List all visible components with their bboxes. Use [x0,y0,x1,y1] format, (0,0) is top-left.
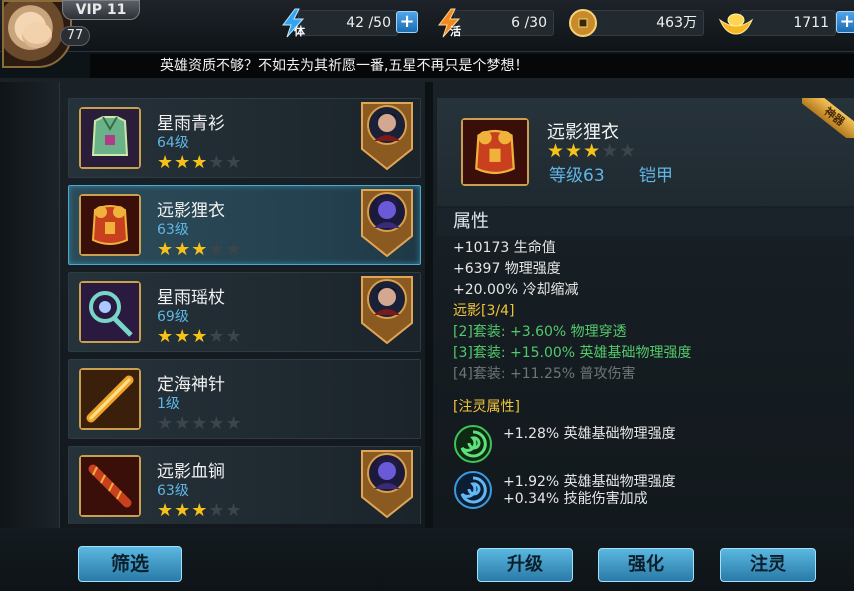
gold-value: 1711 [740,10,836,36]
vitality-resource: 6 /30 活 [434,8,558,38]
attribute-line: +10173 生命值 [453,240,556,256]
equipment-list[interactable]: 星雨青衫 64级 ★★★★★ 远影狸衣 63级 ★★★★★ 星雨瑶杖 69级 ★… [68,98,421,524]
item-name: 远影狸衣 [157,201,225,221]
vitality-icon-label: 活 [450,25,461,38]
add-gold-button[interactable]: + [836,11,854,33]
coins-resource: 463万 [568,8,708,38]
upgrade-button[interactable]: 升级 [477,548,573,582]
list-item[interactable]: 星雨瑶杖 69级 ★★★★★ [68,272,421,352]
item-name: 星雨青衫 [157,114,225,134]
item-name: 定海神针 [157,375,225,395]
gold-resource: 1711 + [718,8,854,38]
item-icon-staff-blue [79,281,141,343]
stamina-icon-label: 体 [294,25,305,38]
set-bonus-line: [2]套装: +3.60% 物理穿透 [453,324,627,340]
list-item[interactable]: 定海神针 1级 ★★★★★ [68,359,421,439]
item-level: 64级 [157,135,189,151]
spirit-line: +1.92% 英雄基础物理强度 [503,474,676,490]
item-name: 星雨瑶杖 [157,288,225,308]
player-level: 77 [60,26,90,46]
detail-item-type: 铠甲 [639,166,673,186]
hero-portrait-badge[interactable] [360,101,414,171]
item-icon-armor-red [79,194,141,256]
item-icon-robe-green [79,107,141,169]
infuse-button[interactable]: 注灵 [720,548,816,582]
item-stars: ★★★★★ [157,500,243,521]
attribute-line: +6397 物理强度 [453,261,561,277]
item-level: 63级 [157,483,189,499]
spirit-attributes-title: [注灵属性] [453,399,520,415]
coin-icon [568,8,598,38]
spirit-line: +0.34% 技能伤害加成 [503,491,648,507]
set-bonus-line: [3]套装: +15.00% 英雄基础物理强度 [453,345,692,361]
item-stars: ★★★★★ [157,413,243,434]
item-icon-golden-rod [79,368,141,430]
artifact-ribbon: 神器 [802,98,854,138]
list-item[interactable]: 星雨青衫 64级 ★★★★★ [68,98,421,178]
enhance-button[interactable]: 强化 [598,548,694,582]
panel-divider [425,82,433,591]
gold-ingot-icon [718,8,754,38]
stamina-value: 42 /50 [298,10,398,36]
item-level: 69级 [157,309,189,325]
item-stars: ★★★★★ [157,239,243,260]
blue-swirl-icon [453,470,493,510]
item-stars: ★★★★★ [157,326,243,347]
hero-portrait-badge[interactable] [360,188,414,258]
hero-portrait-badge[interactable] [360,449,414,519]
filter-button[interactable]: 筛选 [78,546,182,582]
hero-portrait-badge[interactable] [360,275,414,345]
attribute-line: +20.00% 冷却缩减 [453,282,579,298]
detail-header: 远影狸衣 ★★★★★ 等级63 铠甲 神器 [437,98,854,206]
list-item[interactable]: 远影血锏 63级 ★★★★★ [68,446,421,524]
detail-item-icon [461,118,529,186]
item-level: 63级 [157,222,189,238]
left-decoration [0,82,60,591]
set-title: 远影[3/4] [453,303,515,319]
item-level: 1级 [157,396,180,412]
attributes-list: +10173 生命值 +6397 物理强度 +20.00% 冷却缩减 远影[3/… [453,238,692,385]
spirit-line: +1.28% 英雄基础物理强度 [503,426,676,442]
add-stamina-button[interactable]: + [396,11,418,33]
set-bonus-line-inactive: [4]套装: +11.25% 普攻伤害 [453,366,636,382]
spirit-attribute-row: +1.92% 英雄基础物理强度 +0.34% 技能伤害加成 [453,470,833,512]
stamina-resource: 42 /50 体 + [278,8,420,38]
item-name: 远影血锏 [157,462,225,482]
coins-value: 463万 [584,10,704,36]
marquee-message: 英雄资质不够？不如去为其祈愿一番,五星不再只是个梦想！ [90,54,854,78]
artifact-ribbon-label: 神器 [802,98,854,138]
vitality-value: 6 /30 [454,10,554,36]
green-swirl-icon [453,424,493,464]
item-detail-panel: 远影狸衣 ★★★★★ 等级63 铠甲 神器 属性 +10173 生命值 +639… [437,98,854,528]
list-item-selected[interactable]: 远影狸衣 63级 ★★★★★ [68,185,421,265]
spirit-attribute-row: +1.28% 英雄基础物理强度 [453,424,833,464]
vip-badge[interactable]: VIP 11 [62,0,140,20]
detail-item-stars: ★★★★★ [547,140,638,162]
detail-item-level: 等级63 [549,166,605,186]
item-stars: ★★★★★ [157,152,243,173]
attributes-header: 属性 [437,208,854,236]
item-icon-mace-red [79,455,141,517]
